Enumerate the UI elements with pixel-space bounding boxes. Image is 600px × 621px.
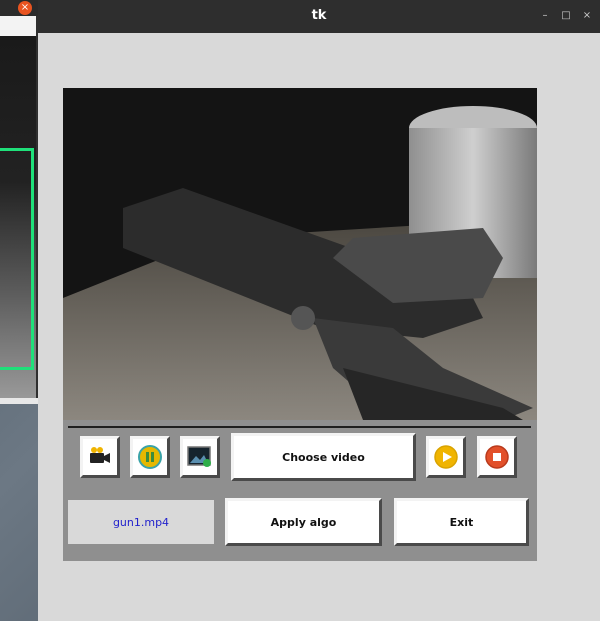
play-icon [434, 445, 458, 469]
play-button[interactable] [426, 436, 466, 478]
stop-button[interactable] [477, 436, 517, 478]
main-frame: Choose video gun1.mp4 Apply algo Exit [63, 88, 537, 561]
image-button[interactable] [180, 436, 220, 478]
camera-button[interactable] [80, 436, 120, 478]
window-title: tk [311, 8, 327, 23]
background-window: × [0, 0, 39, 404]
close-button[interactable]: × [581, 10, 593, 22]
tk-window: tk – □ × Choose video gun1.mp4 Apply alg… [38, 0, 600, 621]
maximize-button[interactable]: □ [560, 10, 572, 22]
background-footer [0, 398, 38, 404]
titlebar: tk – □ × [38, 0, 600, 33]
image-icon [187, 446, 211, 467]
exit-button[interactable]: Exit [394, 498, 529, 546]
detection-box [0, 148, 34, 370]
apply-algo-button[interactable]: Apply algo [225, 498, 382, 546]
background-close-button[interactable]: × [18, 1, 32, 15]
video-preview [63, 88, 537, 420]
stop-icon [485, 445, 509, 469]
video-camera-icon [90, 447, 110, 463]
minimize-button[interactable]: – [539, 10, 551, 22]
pause-icon [138, 445, 162, 469]
separator-line [68, 426, 531, 428]
choose-video-button[interactable]: Choose video [231, 433, 416, 481]
gun-detail [291, 306, 315, 330]
video-frame [63, 88, 537, 420]
file-name-label: gun1.mp4 [68, 500, 214, 544]
pause-button[interactable] [130, 436, 170, 478]
background-header [0, 16, 36, 36]
